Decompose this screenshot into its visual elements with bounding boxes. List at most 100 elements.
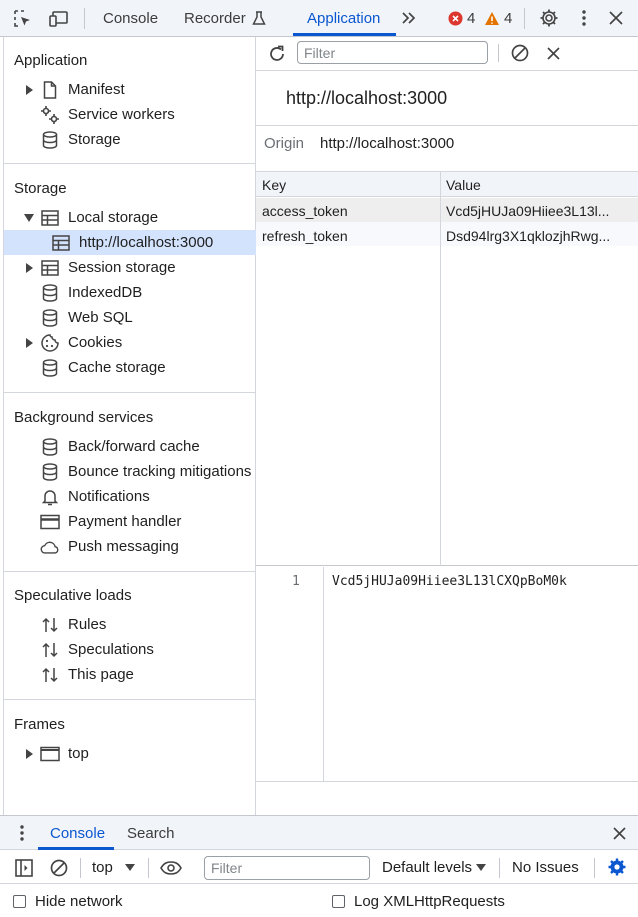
sidebar-item-label: Payment handler — [68, 513, 182, 530]
sidebar-item-speculations[interactable]: Speculations — [24, 637, 154, 662]
sidebar-item-this-page[interactable]: This page — [24, 662, 134, 687]
issues-counter[interactable]: No Issues — [512, 859, 579, 876]
sidebar-item-manifest[interactable]: Manifest — [24, 77, 125, 102]
toolbar-divider — [80, 858, 81, 878]
sidebar-item-label: Back/forward cache — [68, 438, 200, 455]
sidebar-item-label: http://localhost:3000 — [79, 234, 214, 251]
warning-icon — [485, 12, 499, 25]
section-divider — [4, 699, 256, 700]
console-filter-input[interactable]: Filter — [204, 856, 370, 880]
log-xhr-checkbox[interactable] — [332, 895, 345, 908]
sidebar-item-rules[interactable]: Rules — [24, 612, 106, 637]
flask-icon — [251, 11, 266, 25]
live-expression-eye-icon[interactable] — [159, 858, 183, 878]
column-divider — [440, 172, 441, 566]
kebab-menu-icon[interactable] — [576, 8, 592, 28]
settings-gear-icon[interactable] — [538, 7, 560, 29]
error-counter[interactable]: 4 — [448, 10, 475, 27]
toolbar-divider — [84, 8, 85, 29]
section-title-background-services: Background services — [14, 409, 154, 426]
cloud-icon — [40, 537, 60, 557]
close-drawer-icon[interactable] — [611, 825, 627, 841]
section-divider — [4, 163, 256, 164]
row-value-access-token[interactable]: Vcd5jHUJa09Hiiee3L13l... — [446, 203, 632, 219]
drawer-menu-icon[interactable] — [14, 824, 30, 842]
toolbar-divider — [148, 858, 149, 878]
console-settings-gear-icon[interactable] — [606, 856, 628, 878]
sidebar-item-label: Session storage — [68, 259, 176, 276]
sidebar-item-session-storage[interactable]: Session storage — [24, 255, 176, 280]
refresh-icon[interactable] — [266, 43, 288, 65]
sidebar-item-storage-overview[interactable]: Storage — [24, 127, 121, 152]
drawer-tab-console[interactable]: Console — [50, 825, 105, 842]
database-icon — [40, 283, 60, 303]
document-icon — [40, 80, 60, 100]
table-grid-icon — [51, 233, 71, 253]
element-picker-icon[interactable] — [12, 8, 34, 30]
log-xhr-option[interactable]: Log XMLHttpRequests — [332, 893, 505, 910]
sidebar-item-web-sql[interactable]: Web SQL — [24, 305, 133, 330]
line-gutter — [256, 567, 324, 782]
preview-value-text[interactable]: Vcd5jHUJa09Hiiee3L13lCXQpBoM0k — [332, 574, 567, 589]
swap-arrows-icon — [40, 640, 60, 660]
column-header-key[interactable]: Key — [262, 177, 286, 193]
more-tabs-icon[interactable] — [400, 9, 418, 27]
tab-recorder[interactable]: Recorder — [184, 0, 266, 36]
database-icon — [40, 130, 60, 150]
expand-arrow-icon[interactable] — [24, 337, 34, 348]
devtools-toolbar: Console Recorder Application 4 4 — [0, 0, 638, 37]
storage-origin-heading: http://localhost:3000 — [286, 88, 448, 108]
drawer-tab-search[interactable]: Search — [127, 825, 175, 842]
gears-icon — [40, 105, 60, 125]
expand-arrow-icon[interactable] — [24, 748, 34, 759]
expand-arrow-icon[interactable] — [24, 84, 34, 95]
tab-application[interactable]: Application — [307, 0, 380, 36]
context-selector[interactable]: top — [92, 859, 135, 876]
warning-counter[interactable]: 4 — [484, 10, 512, 27]
sidebar-item-cache-storage[interactable]: Cache storage — [24, 355, 166, 380]
close-devtools-icon[interactable] — [607, 9, 625, 27]
sidebar-item-label: Web SQL — [68, 309, 133, 326]
sidebar-item-back-forward-cache[interactable]: Back/forward cache — [24, 434, 200, 459]
sidebar-item-cookies[interactable]: Cookies — [24, 330, 122, 355]
active-tab-indicator — [293, 33, 396, 36]
row-key-access-token[interactable]: access_token — [262, 203, 440, 219]
collapse-arrow-icon[interactable] — [24, 213, 34, 223]
sidebar-item-frame-top[interactable]: top — [24, 741, 89, 766]
sidebar-item-indexeddb[interactable]: IndexedDB — [24, 280, 142, 305]
sidebar-toggle-icon[interactable] — [14, 858, 34, 878]
row-value-refresh-token[interactable]: Dsd94lrg3X1qklozjhRwg... — [446, 228, 632, 244]
sidebar-item-local-storage[interactable]: Local storage — [24, 205, 158, 230]
row-key-refresh-token[interactable]: refresh_token — [262, 228, 440, 244]
key-value-table: Key Value access_token Vcd5jHUJa09Hiiee3… — [256, 172, 638, 566]
origin-label: Origin — [264, 135, 305, 152]
sidebar-item-service-workers[interactable]: Service workers — [24, 102, 175, 127]
dropdown-caret-icon — [476, 864, 487, 871]
hide-network-option[interactable]: Hide network — [13, 893, 123, 910]
delete-selected-icon[interactable] — [544, 44, 562, 62]
tab-label: Console — [103, 9, 159, 27]
sidebar-item-payment-handler[interactable]: Payment handler — [24, 509, 181, 534]
table-grid-icon — [40, 258, 60, 278]
tab-console[interactable]: Console — [103, 0, 158, 36]
clear-console-icon[interactable] — [48, 857, 70, 879]
device-toolbar-icon[interactable] — [47, 8, 71, 30]
sidebar-item-label: Manifest — [68, 81, 125, 98]
database-icon — [40, 308, 60, 328]
sidebar-item-bounce-tracking[interactable]: Bounce tracking mitigations — [24, 459, 251, 484]
column-header-value[interactable]: Value — [446, 177, 481, 193]
log-levels-dropdown[interactable]: Default levels — [382, 859, 487, 876]
sidebar-item-localhost-3000[interactable]: http://localhost:3000 — [4, 230, 256, 255]
hide-network-checkbox[interactable] — [13, 895, 26, 908]
error-icon — [448, 11, 463, 26]
sidebar-item-notifications[interactable]: Notifications — [24, 484, 150, 509]
clear-all-icon[interactable] — [509, 42, 531, 64]
bell-icon — [40, 487, 60, 507]
database-icon — [40, 358, 60, 378]
error-count: 4 — [467, 10, 476, 27]
sidebar-item-push-messaging[interactable]: Push messaging — [24, 534, 179, 559]
expand-arrow-icon[interactable] — [24, 262, 34, 273]
section-title-frames: Frames — [14, 716, 65, 733]
storage-filter-input[interactable]: Filter — [297, 41, 488, 64]
toolbar-divider — [594, 858, 595, 878]
